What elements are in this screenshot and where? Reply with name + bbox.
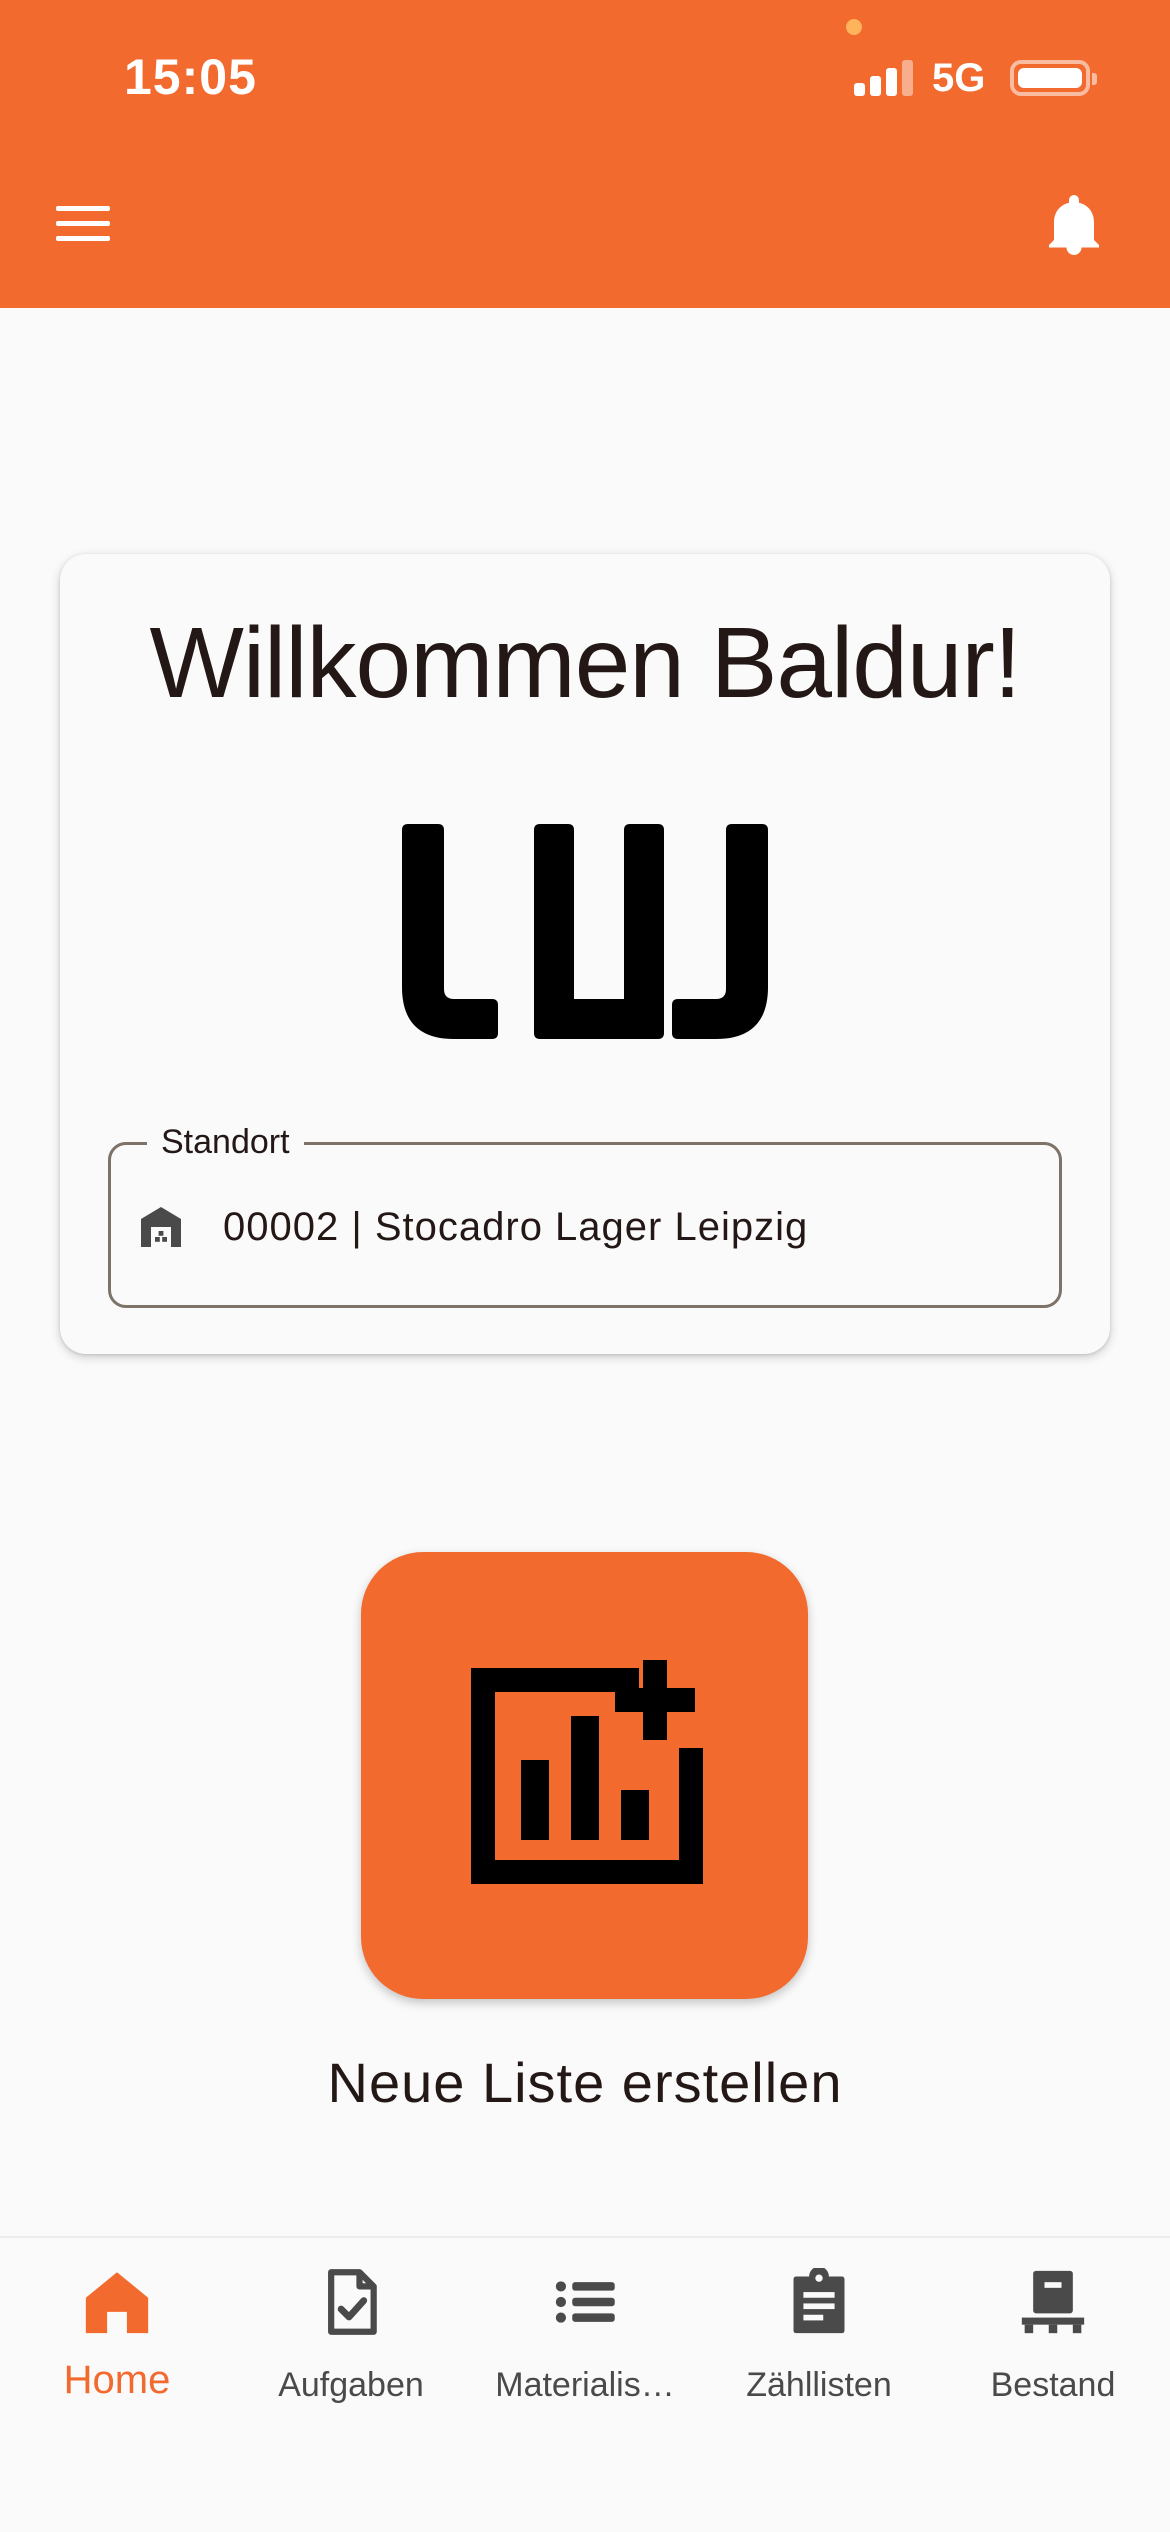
welcome-card: Willkommen Baldur! Standort 00002 | Stoc… xyxy=(60,554,1110,1354)
network-type: 5G xyxy=(932,56,986,100)
menu-icon[interactable] xyxy=(54,204,114,244)
nav-label-materiallisten: Materialis… xyxy=(495,2366,675,2404)
bell-icon[interactable] xyxy=(1044,192,1104,258)
welcome-title: Willkommen Baldur! xyxy=(149,607,1021,719)
task-document-icon xyxy=(328,2269,377,2335)
chart-add-icon xyxy=(471,1660,703,1884)
status-time: 15:05 xyxy=(124,49,257,105)
bottom-navigation: Home Aufgaben Materialis… Zähllisten Bes… xyxy=(0,2236,1170,2532)
nav-label-aufgaben: Aufgaben xyxy=(278,2366,424,2404)
nav-label-zaehllisten: Zähllisten xyxy=(746,2366,892,2404)
nav-item-aufgaben[interactable]: Aufgaben xyxy=(234,2238,468,2428)
battery-icon xyxy=(1010,60,1097,96)
location-field[interactable]: Standort 00002 | Stocadro Lager Leipzig xyxy=(108,1123,1062,1308)
home-icon xyxy=(85,2272,149,2334)
privacy-indicator-dot xyxy=(846,19,862,35)
nav-label-home: Home xyxy=(63,2358,171,2402)
clipboard-icon xyxy=(793,2268,845,2334)
location-field-label: Standort xyxy=(147,1123,304,1162)
list-icon xyxy=(555,2281,615,2323)
nav-label-bestand: Bestand xyxy=(990,2366,1116,2404)
nav-item-bestand[interactable]: Bestand xyxy=(936,2238,1170,2428)
nav-item-home[interactable]: Home xyxy=(0,2238,234,2428)
warehouse-icon xyxy=(141,1207,181,1247)
nav-item-materiallisten[interactable]: Materialis… xyxy=(468,2238,702,2428)
inventory-pallet-icon xyxy=(1021,2270,1085,2334)
company-logo xyxy=(402,824,768,1039)
location-field-value: 00002 | Stocadro Lager Leipzig xyxy=(223,1205,809,1249)
top-bar: 15:05 5G xyxy=(0,0,1170,308)
new-list-button[interactable] xyxy=(361,1552,808,1999)
new-list-label: Neue Liste erstellen xyxy=(327,2051,843,2114)
nav-item-zaehllisten[interactable]: Zähllisten xyxy=(702,2238,936,2428)
signal-strength-icon xyxy=(854,58,914,96)
